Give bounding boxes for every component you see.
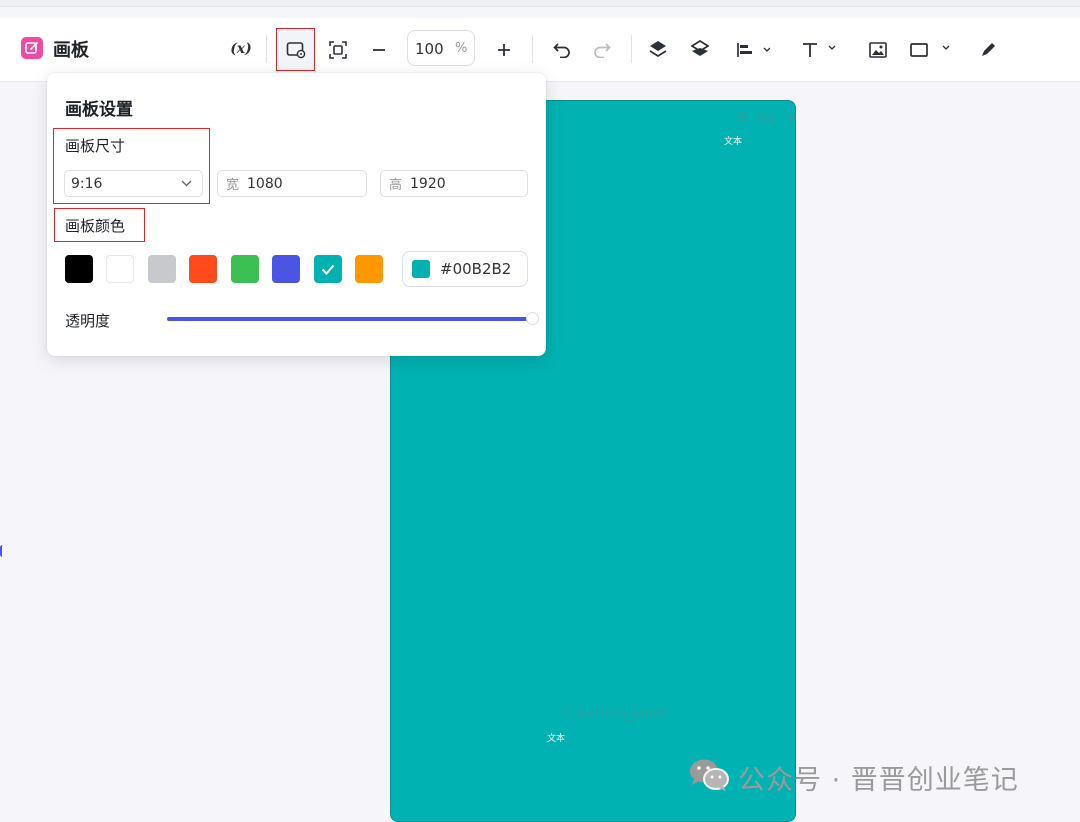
swatch-white[interactable] bbox=[106, 255, 134, 283]
opacity-slider-thumb[interactable] bbox=[527, 313, 538, 324]
variable-button[interactable]: (x) bbox=[226, 38, 256, 60]
zoom-in-button[interactable] bbox=[492, 38, 516, 62]
chevron-down-icon bbox=[181, 180, 192, 187]
fit-screen-icon bbox=[329, 41, 347, 59]
align-left-icon bbox=[737, 43, 770, 57]
swatch-gray[interactable] bbox=[148, 255, 176, 283]
undo-button[interactable] bbox=[550, 38, 574, 62]
swatch-orange[interactable] bbox=[355, 255, 383, 283]
layers-icon bbox=[691, 40, 709, 56]
panel-title: 画板设置 bbox=[65, 100, 133, 120]
redo-icon bbox=[594, 43, 611, 58]
board-size-label: 画板尺寸 bbox=[65, 137, 126, 155]
text-tool-button[interactable] bbox=[800, 38, 842, 62]
wechat-icon bbox=[688, 757, 730, 793]
swatch-black[interactable] bbox=[65, 255, 93, 283]
rectangle-icon bbox=[910, 43, 950, 57]
ratio-value: 9:16 bbox=[71, 175, 103, 192]
watermark-text: 公众号 · 晋晋创业笔记 bbox=[738, 765, 1019, 796]
board-settings-button[interactable] bbox=[276, 28, 315, 71]
bottom-label-icon: ☰ bbox=[559, 707, 571, 722]
width-value: 1080 bbox=[247, 175, 283, 192]
image-tool-button[interactable] bbox=[866, 38, 890, 62]
minus-icon bbox=[373, 49, 385, 51]
board-settings-icon bbox=[286, 41, 305, 58]
app-logo-icon bbox=[21, 37, 43, 59]
top-label-icon: ☰ bbox=[736, 110, 748, 125]
hex-color-value: #00B2B2 bbox=[440, 260, 512, 278]
toolbar-divider bbox=[266, 35, 267, 63]
height-field[interactable]: 高 1920 bbox=[380, 170, 528, 197]
align-button[interactable] bbox=[731, 38, 775, 62]
opacity-label: 透明度 bbox=[65, 312, 111, 330]
swatch-green[interactable] bbox=[231, 255, 259, 283]
send-backward-button[interactable] bbox=[688, 37, 712, 61]
bottom-label[interactable]: bottom_label bbox=[579, 707, 664, 722]
zoom-unit: % bbox=[455, 41, 468, 56]
layer-up-icon bbox=[649, 41, 667, 58]
app-title: 画板 bbox=[53, 40, 89, 61]
fit-screen-button[interactable] bbox=[326, 38, 350, 62]
swatch-teal-selected[interactable] bbox=[314, 255, 342, 283]
pen-icon bbox=[982, 43, 995, 56]
bottom-text[interactable]: 文本 bbox=[547, 731, 565, 744]
top-text[interactable]: 文本 bbox=[724, 134, 742, 147]
toolbar-divider bbox=[631, 35, 632, 63]
zoom-value: 100 bbox=[415, 40, 444, 58]
height-prefix: 高 bbox=[389, 178, 403, 193]
swatch-blue[interactable] bbox=[272, 255, 300, 283]
width-prefix: 宽 bbox=[226, 178, 240, 193]
height-value: 1920 bbox=[410, 175, 446, 192]
pen-tool-button[interactable] bbox=[976, 38, 1000, 62]
zoom-out-button[interactable] bbox=[367, 38, 391, 62]
width-field[interactable]: 宽 1080 bbox=[217, 170, 367, 197]
canvas-edge-marker bbox=[0, 545, 5, 557]
board-color-label: 画板颜色 bbox=[65, 217, 126, 235]
ratio-select[interactable]: 9:16 bbox=[64, 170, 203, 197]
top-strip bbox=[0, 0, 1080, 7]
plus-icon bbox=[498, 44, 510, 56]
top-label[interactable]: top_la bbox=[756, 110, 795, 125]
image-icon bbox=[869, 42, 887, 58]
undo-icon bbox=[553, 43, 570, 58]
redo-button[interactable] bbox=[590, 38, 614, 62]
check-icon bbox=[321, 264, 335, 275]
opacity-slider[interactable] bbox=[167, 317, 529, 321]
hex-color-chip bbox=[412, 260, 430, 278]
bring-forward-button[interactable] bbox=[646, 37, 670, 61]
swatch-red[interactable] bbox=[189, 255, 217, 283]
toolbar-divider bbox=[532, 35, 533, 63]
shape-tool-button[interactable] bbox=[908, 38, 952, 62]
text-icon bbox=[803, 43, 836, 57]
